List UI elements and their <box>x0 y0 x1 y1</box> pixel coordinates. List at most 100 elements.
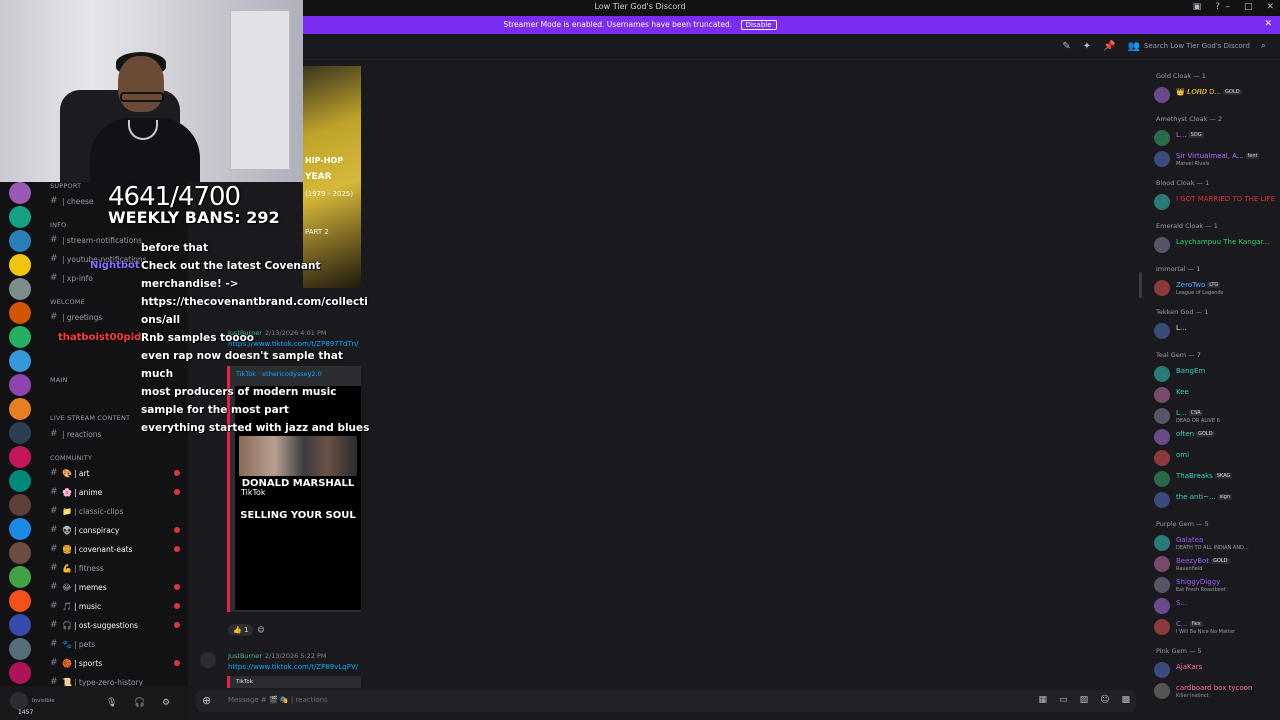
notification-icon[interactable]: ✦ <box>1083 41 1091 52</box>
server-icon[interactable] <box>9 446 31 468</box>
avatar <box>1154 429 1170 445</box>
headphones-icon[interactable]: 🎧 <box>134 698 145 708</box>
member-item[interactable]: BangEm <box>1154 365 1278 383</box>
member-item[interactable]: I GOT MARRIED TO THE LIFE <box>1154 193 1278 211</box>
server-icon[interactable] <box>9 542 31 564</box>
message-author[interactable]: JustBurner <box>228 652 262 660</box>
server-icon[interactable] <box>9 278 31 300</box>
member-item[interactable]: ZeroTwo LTG League of Legends <box>1154 279 1278 297</box>
member-item[interactable]: Kee <box>1154 386 1278 404</box>
member-item[interactable]: ThaBreaks SKAG <box>1154 470 1278 488</box>
help-icon[interactable]: ? <box>1215 2 1220 12</box>
server-icon[interactable] <box>9 518 31 540</box>
channel-item[interactable]: # 💪 | fitness <box>50 560 186 576</box>
embed-provider[interactable]: TikTok <box>236 679 253 685</box>
member-name: omi <box>1176 451 1190 459</box>
server-icon[interactable] <box>9 638 31 660</box>
channel-item[interactable]: # 🐾 | pets <box>50 636 186 652</box>
server-icon[interactable] <box>9 374 31 396</box>
emoji-icon[interactable]: ☺ <box>1100 695 1109 705</box>
member-item[interactable]: cardboard box tycoon Killer instinct <box>1154 682 1278 700</box>
channel-item[interactable]: # 🍔 | covenant-eats <box>50 541 186 557</box>
category-live-stream-content[interactable]: LIVE STREAM CONTENT <box>50 414 130 422</box>
message-input[interactable]: Message # 🎬 🎭 | reactions <box>228 696 328 704</box>
add-reaction-icon[interactable]: ☺ <box>257 626 264 634</box>
server-icon[interactable] <box>9 662 31 684</box>
channel-item[interactable]: # 😂 | memes <box>50 579 186 595</box>
member-item[interactable]: S... <box>1154 597 1278 615</box>
server-icon[interactable] <box>9 254 31 276</box>
member-item[interactable]: omi <box>1154 449 1278 467</box>
member-item[interactable]: ShiggyDiggy Eat Fresh Roastbeef <box>1154 576 1278 594</box>
maximize-icon[interactable]: □ <box>1244 2 1253 12</box>
minimize-icon[interactable]: – <box>1225 2 1230 12</box>
avatar[interactable] <box>10 692 28 710</box>
threads-icon[interactable]: ✎ <box>1062 41 1070 52</box>
channel-item[interactable]: # 📁 | classic-clips <box>50 503 186 519</box>
member-item[interactable]: often GOLD <box>1154 428 1278 446</box>
channel-item[interactable]: # 🎧 | ost-suggestions <box>50 617 186 633</box>
close-window-icon[interactable]: ✕ <box>1266 2 1274 12</box>
server-icon[interactable] <box>9 206 31 228</box>
member-item[interactable]: Sir Virtualmeal, A... fent Marvel Rivals <box>1154 150 1278 168</box>
member-item[interactable]: AjaKars <box>1154 661 1278 679</box>
server-icon[interactable] <box>9 494 31 516</box>
disable-streamer-mode-button[interactable]: Disable <box>740 20 777 30</box>
gear-icon[interactable]: ⚙ <box>162 698 170 708</box>
hash-icon: # <box>50 582 58 592</box>
message-composer[interactable]: ⊕ Message # 🎬 🎭 | reactions ▦ ▭ ▨ ☺ ▩ <box>196 690 1136 712</box>
server-icon[interactable] <box>9 470 31 492</box>
close-banner-icon[interactable]: ✕ <box>1264 19 1272 29</box>
server-icon[interactable] <box>9 422 31 444</box>
video-player[interactable]: DONALD MARSHALL TikTok SELLING YOUR SOUL <box>235 386 361 610</box>
channel-item[interactable]: # 🌸 | anime <box>50 484 186 500</box>
server-icon[interactable] <box>9 398 31 420</box>
embed-provider[interactable]: TikTok · ethericodyssey2.0 <box>236 370 322 378</box>
category-welcome[interactable]: WELCOME <box>50 298 85 306</box>
server-icon[interactable] <box>9 302 31 324</box>
channel-item[interactable]: # 🎨 | art <box>50 465 186 481</box>
gif-icon[interactable]: ▭ <box>1059 695 1068 705</box>
server-icon[interactable] <box>9 350 31 372</box>
server-icon[interactable] <box>9 566 31 588</box>
avatar[interactable] <box>200 652 216 668</box>
channel-item[interactable]: # 🏀 | sports <box>50 655 186 671</box>
server-icon[interactable] <box>9 614 31 636</box>
channel-label: | memes <box>74 582 107 592</box>
member-item[interactable]: L... <box>1154 322 1278 340</box>
category-info[interactable]: INFO <box>50 221 66 229</box>
scrollbar[interactable] <box>1139 272 1142 298</box>
member-item[interactable]: BeezyBot GOLD Ravenfield <box>1154 555 1278 573</box>
gift-icon[interactable]: ▦ <box>1039 695 1048 705</box>
search-input[interactable]: Search Low Tier God's Discord ⌕ <box>1140 39 1270 55</box>
category-main[interactable]: MAIN <box>50 376 68 384</box>
pin-icon[interactable]: 📌 <box>1103 41 1115 52</box>
member-item[interactable]: Galatea DEATH TO ALL INDIAN AND... <box>1154 534 1278 552</box>
server-icon[interactable] <box>9 182 31 204</box>
category-community[interactable]: COMMUNITY <box>50 454 92 462</box>
member-item[interactable]: C... flex I Will Be Nice No Matter <box>1154 618 1278 636</box>
server-icon[interactable] <box>9 590 31 612</box>
inbox-icon[interactable]: ▣ <box>1193 2 1202 12</box>
members-icon[interactable]: 👥 <box>1128 41 1140 52</box>
sticker-icon[interactable]: ▨ <box>1080 695 1089 705</box>
apps-icon[interactable]: ▩ <box>1121 695 1130 705</box>
hash-icon: # <box>50 468 58 478</box>
member-item[interactable]: the anti~... sign <box>1154 491 1278 509</box>
channel-item[interactable]: # 🎵 | music <box>50 598 186 614</box>
member-item[interactable]: L... SOG <box>1154 129 1278 147</box>
add-attachment-icon[interactable]: ⊕ <box>202 694 211 707</box>
microphone-icon[interactable]: 🎙 <box>106 698 117 708</box>
image-attachment[interactable]: HIP-HOP YEAR (1979 - 2025) PART 2 <box>303 66 361 288</box>
reaction-chip[interactable]: 👍 1 <box>228 624 254 636</box>
avatar <box>1154 151 1170 167</box>
member-item[interactable]: L... CSR DEAD OR ALIVE 6 <box>1154 407 1278 425</box>
category-support[interactable]: SUPPORT <box>50 182 81 190</box>
member-item[interactable]: Laychampuu The Kangar... <box>1154 236 1278 254</box>
message-link[interactable]: https://www.tiktok.com/t/ZP89vLqPV/ <box>228 663 358 671</box>
user-count: 1457 <box>18 709 34 716</box>
channel-item[interactable]: # 👽 | conspiracy <box>50 522 186 538</box>
server-icon[interactable] <box>9 326 31 348</box>
server-icon[interactable] <box>9 230 31 252</box>
member-item[interactable]: 👑 𝑳𝑶𝑹𝑫 D... GOLD <box>1154 86 1278 104</box>
